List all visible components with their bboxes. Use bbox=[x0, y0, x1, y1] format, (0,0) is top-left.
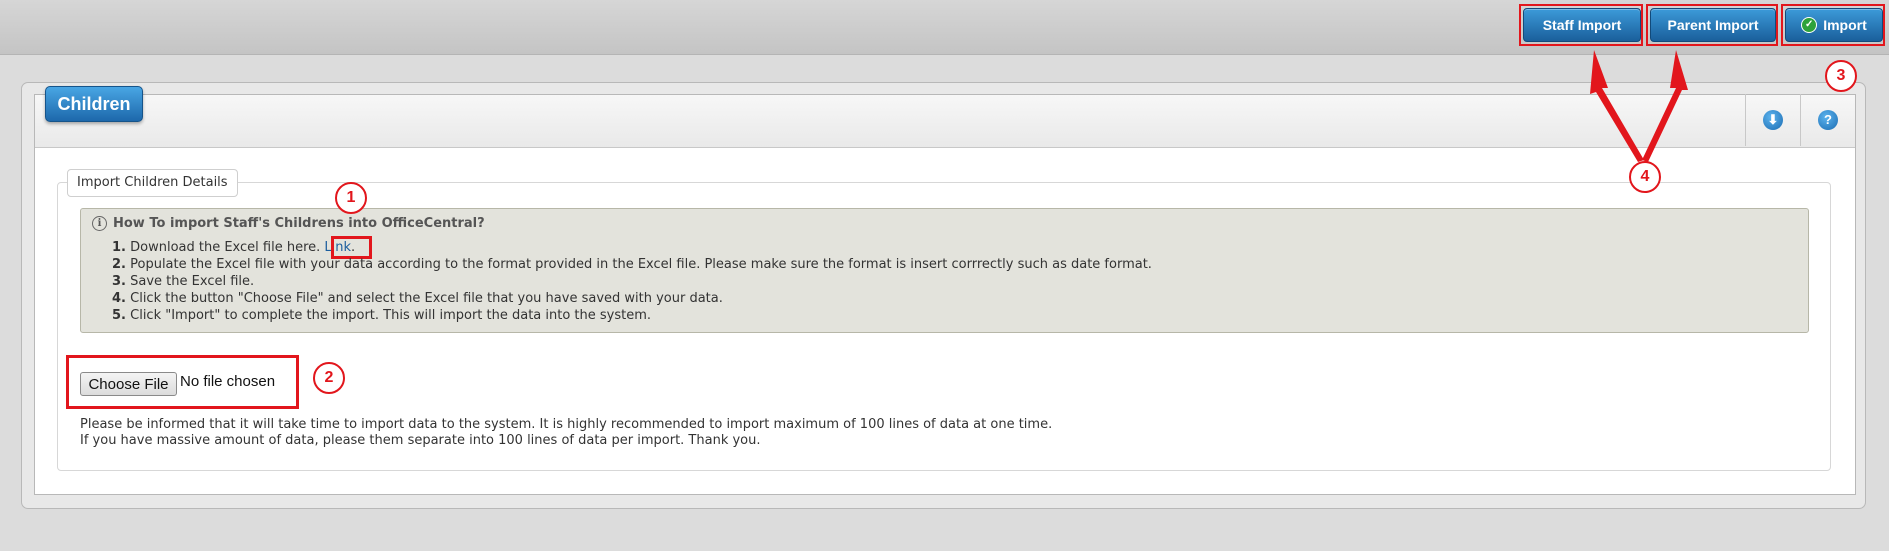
arrow-to-parent-import bbox=[1642, 50, 1688, 162]
annotation-arrows bbox=[1590, 50, 1688, 162]
arrow-to-staff-import bbox=[1590, 50, 1644, 162]
